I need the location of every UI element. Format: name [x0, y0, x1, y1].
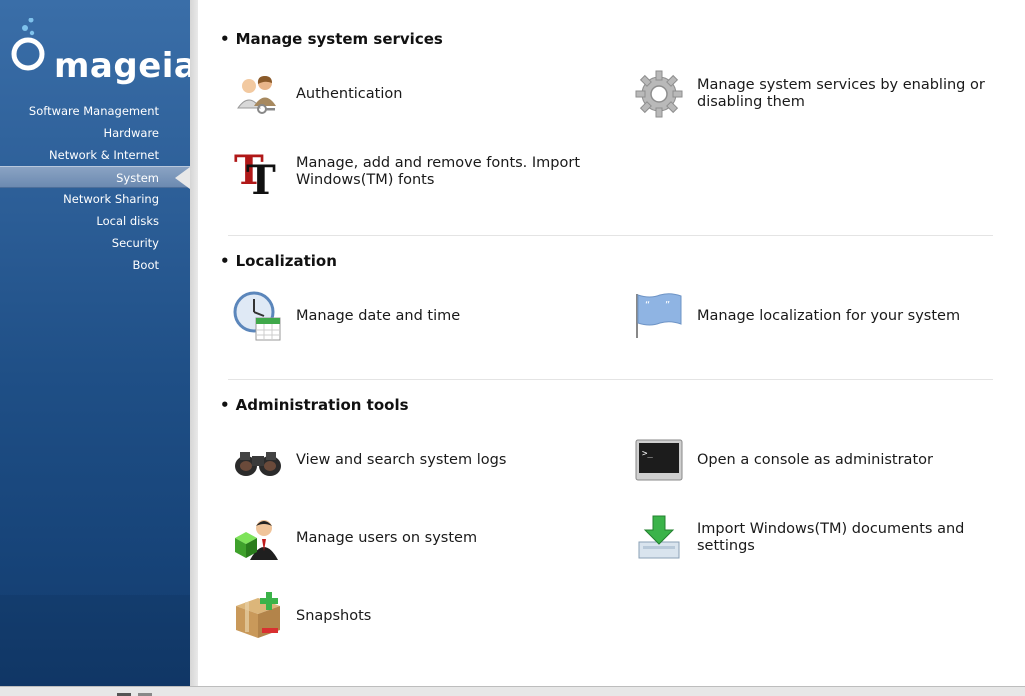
item-system-services[interactable]: Manage system services by enabling or di… — [633, 68, 1007, 120]
section-title-localization: • Localization — [220, 252, 337, 270]
clock-calendar-icon — [232, 290, 284, 342]
item-users[interactable]: Manage users on system — [232, 512, 477, 564]
sidebar-item-security[interactable]: Security — [0, 232, 190, 254]
item-label: Snapshots — [296, 607, 372, 624]
sidebar-item-boot[interactable]: Boot — [0, 254, 190, 276]
main-panel: •Manage system services Authentication — [198, 0, 1025, 686]
sidebar-item-label: System — [116, 171, 159, 185]
download-tray-icon — [633, 512, 685, 564]
sidebar: mageia Software Management Hardware Netw… — [0, 0, 190, 686]
item-label: Open a console as administrator — [697, 451, 933, 468]
section-title-system-services: • Manage system services — [220, 30, 443, 48]
sidebar-item-network-sharing[interactable]: Network Sharing — [0, 188, 190, 210]
sidebar-divider — [190, 0, 198, 686]
svg-text:>_: >_ — [642, 449, 653, 459]
svg-text:”: ” — [665, 300, 670, 311]
authentication-users-icon — [232, 68, 284, 120]
item-system-logs[interactable]: View and search system logs — [232, 434, 506, 486]
section-separator — [228, 235, 993, 236]
package-box-icon — [232, 590, 284, 642]
item-console[interactable]: >_ Open a console as administrator — [633, 434, 933, 486]
item-label: Manage system services by enabling or di… — [697, 77, 985, 110]
section-separator — [228, 379, 993, 380]
status-bar — [0, 686, 1025, 696]
binoculars-icon — [232, 434, 284, 486]
user-cube-icon — [232, 512, 284, 564]
brand-name: mageia — [54, 46, 190, 86]
flag-icon: “ ” — [633, 290, 685, 342]
item-authentication[interactable]: Authentication — [232, 68, 402, 120]
item-fonts[interactable]: T T Manage, add and remove fonts. Import… — [232, 146, 606, 198]
item-label: Manage localization for your system — [697, 307, 961, 324]
sidebar-item-local-disks[interactable]: Local disks — [0, 210, 190, 232]
terminal-icon: >_ — [633, 434, 685, 486]
item-snapshots[interactable]: Snapshots — [232, 590, 371, 642]
sidebar-item-network-internet[interactable]: Network & Internet — [0, 144, 190, 166]
gear-icon — [633, 68, 685, 120]
item-label: Manage date and time — [296, 307, 461, 324]
item-label: Manage, add and remove fonts. Import Win… — [296, 155, 581, 188]
active-indicator-arrow-icon — [175, 167, 190, 189]
item-label: Authentication — [296, 85, 403, 102]
svg-text:“: “ — [645, 300, 650, 311]
item-localization[interactable]: “ ” Manage localization for your system — [633, 290, 960, 342]
svg-text:T: T — [246, 157, 276, 198]
sidebar-item-hardware[interactable]: Hardware — [0, 122, 190, 144]
item-import-windows[interactable]: Import Windows(TM) documents and setting… — [633, 512, 1007, 564]
sidebar-nav: Software Management Hardware Network & I… — [0, 100, 190, 276]
item-date-time[interactable]: Manage date and time — [232, 290, 460, 342]
item-label: Manage users on system — [296, 529, 478, 546]
sidebar-item-system[interactable]: System — [0, 166, 190, 189]
sidebar-item-software-management[interactable]: Software Management — [0, 100, 190, 122]
section-title-administration-tools: • Administration tools — [220, 396, 409, 414]
item-label: View and search system logs — [296, 451, 507, 468]
font-tt-icon: T T — [232, 146, 284, 198]
mageia-logo: mageia — [10, 17, 190, 86]
item-label: Import Windows(TM) documents and setting… — [697, 521, 965, 554]
